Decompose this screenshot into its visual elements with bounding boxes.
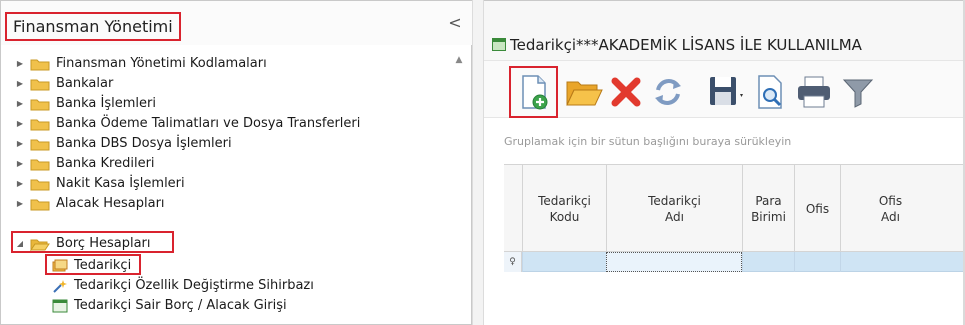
- cell-tedarikci-kodu[interactable]: [522, 252, 606, 272]
- navigation-panel: Finansman Yönetimi < ▲ ▶ Finansman Yönet…: [0, 0, 473, 325]
- folder-icon: [30, 78, 50, 91]
- tree-item-kodlamalar[interactable]: ▶ Finansman Yönetimi Kodlamaları: [1, 54, 451, 74]
- supplier-grid: Tedarikçi Kodu Tedarikçi Adı Para Birimi…: [504, 164, 965, 274]
- folder-icon: [30, 198, 50, 211]
- tree-item-label: Tedarikçi Özellik Değiştirme Sihirbazı: [74, 278, 314, 293]
- tedarikci-window: Tedarikçi***AKADEMİK LİSANS İLE KULLANIL…: [484, 0, 965, 325]
- tree-item-label: Banka İşlemleri: [56, 96, 156, 111]
- tree-item-label: Tedarikçi Sair Borç / Alacak Girişi: [74, 298, 287, 313]
- folder-icon: [30, 158, 50, 171]
- filter-button[interactable]: [838, 72, 878, 112]
- printer-icon: [798, 76, 830, 108]
- tree-item-label: Bankalar: [56, 76, 114, 91]
- expand-arrow-icon[interactable]: ▶: [15, 154, 25, 174]
- tree-item-nakit-kasa[interactable]: ▶ Nakit Kasa İşlemleri: [1, 174, 451, 194]
- tree-item-banka-islemleri[interactable]: ▶ Banka İşlemleri: [1, 94, 451, 114]
- tree-item-label: Banka DBS Dosya İşlemleri: [56, 136, 232, 151]
- highlight-borc-hesaplari: [11, 231, 174, 253]
- refresh-button[interactable]: [648, 72, 688, 112]
- cell-tedarikci-adi[interactable]: [606, 252, 742, 272]
- tree-item-label: Alacak Hesapları: [56, 196, 165, 211]
- tree-item-dbs[interactable]: ▶ Banka DBS Dosya İşlemleri: [1, 134, 451, 154]
- tree-item-bankalar[interactable]: ▶ Bankalar: [1, 74, 451, 94]
- tree-item-odeme-talimatlari[interactable]: ▶ Banka Ödeme Talimatları ve Dosya Trans…: [1, 114, 451, 134]
- folder-open-icon: [566, 81, 603, 106]
- toolbar: [484, 60, 965, 118]
- highlight-tedarikci: [45, 254, 141, 275]
- grid-header: Tedarikçi Kodu Tedarikçi Adı Para Birimi…: [504, 164, 965, 253]
- group-by-area[interactable]: Gruplamak için bir sütun başlığını buray…: [484, 120, 965, 164]
- save-button[interactable]: [706, 72, 746, 112]
- column-header-tedarikci-kodu[interactable]: Tedarikçi Kodu: [522, 165, 606, 253]
- open-button[interactable]: [564, 72, 604, 112]
- expand-arrow-icon[interactable]: ▶: [15, 194, 25, 214]
- expand-arrow-icon[interactable]: ▶: [15, 174, 25, 194]
- tree-item-krediler[interactable]: ▶ Banka Kredileri: [1, 154, 451, 174]
- tree-item-alacak[interactable]: ▶ Alacak Hesapları: [1, 194, 451, 214]
- tree-item-label: Banka Ödeme Talimatları ve Dosya Transfe…: [56, 116, 361, 131]
- group-hint-text: Gruplamak için bir sütun başlığını buray…: [504, 135, 792, 148]
- window-titlebar: Tedarikçi***AKADEMİK LİSANS İLE KULLANIL…: [484, 0, 965, 60]
- folder-icon: [30, 118, 50, 131]
- column-header-tedarikci-adi[interactable]: Tedarikçi Adı: [606, 165, 742, 253]
- wizard-icon: [52, 279, 68, 293]
- expand-arrow-icon[interactable]: ▶: [15, 74, 25, 94]
- preview-button[interactable]: [750, 72, 790, 112]
- print-preview-icon: [758, 75, 782, 109]
- scroll-up-arrow-icon[interactable]: ▲: [453, 54, 465, 66]
- tree-item-sair-borc[interactable]: Tedarikçi Sair Borç / Alacak Girişi: [1, 296, 451, 316]
- funnel-icon: [842, 79, 874, 108]
- new-row[interactable]: ♀: [504, 252, 965, 272]
- tree-item-label: Finansman Yönetimi Kodlamaları: [56, 56, 267, 71]
- folder-icon: [30, 138, 50, 151]
- column-header-ofis-adi[interactable]: Ofis Adı: [840, 165, 940, 253]
- column-header-para-birimi[interactable]: Para Birimi: [742, 165, 794, 253]
- expand-arrow-icon[interactable]: ▶: [15, 94, 25, 114]
- red-x-icon: [611, 77, 641, 107]
- tree-item-label: Nakit Kasa İşlemleri: [56, 176, 185, 191]
- expand-arrow-icon[interactable]: ▶: [15, 114, 25, 134]
- new-row-indicator-icon: ♀: [504, 252, 522, 272]
- module-title: Finansman Yönetimi: [5, 12, 181, 41]
- refresh-icon: [655, 79, 681, 105]
- folder-icon: [30, 178, 50, 191]
- cell-ofis-adi[interactable]: [840, 252, 940, 272]
- cell-ofis[interactable]: [794, 252, 840, 272]
- form-icon: [52, 299, 68, 313]
- delete-button[interactable]: [606, 72, 646, 112]
- highlight-new-record: [509, 66, 558, 118]
- floppy-disk-icon: [710, 77, 743, 105]
- window-form-icon: [492, 38, 506, 51]
- window-title: Tedarikçi***AKADEMİK LİSANS İLE KULLANIL…: [510, 36, 862, 54]
- folder-icon: [30, 58, 50, 71]
- collapse-panel-button[interactable]: <: [447, 14, 463, 32]
- expand-arrow-icon[interactable]: ▶: [15, 54, 25, 74]
- print-button[interactable]: [794, 72, 834, 112]
- panel-splitter[interactable]: [472, 0, 484, 325]
- navigation-header: Finansman Yönetimi <: [1, 1, 473, 45]
- folder-icon: [30, 98, 50, 111]
- tree-item-label: Banka Kredileri: [56, 156, 155, 171]
- cell-para-birimi[interactable]: [742, 252, 794, 272]
- expand-arrow-icon[interactable]: ▶: [15, 134, 25, 154]
- column-header-ofis[interactable]: Ofis: [794, 165, 840, 253]
- tree-item-ozellik-sihirbazi[interactable]: Tedarikçi Özellik Değiştirme Sihirbazı: [1, 276, 451, 296]
